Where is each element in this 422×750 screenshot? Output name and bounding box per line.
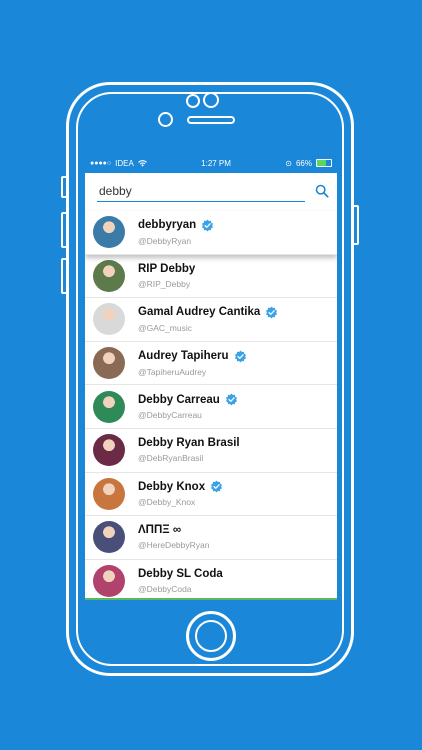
result-name: Debby Carreau <box>138 393 220 406</box>
name-line: ΛΠΠΞ ∞ <box>138 524 209 536</box>
result-info: Debby SL Coda @DebbyCoda <box>138 568 223 594</box>
result-name: Debby SL Coda <box>138 568 223 581</box>
name-line: RIP Debby <box>138 263 195 275</box>
result-row[interactable]: Debby Knox @Debby_Knox <box>85 473 337 517</box>
result-handle: @DebRyanBrasil <box>138 453 204 464</box>
carrier-label: IDEA <box>115 158 134 168</box>
verified-badge-icon <box>202 219 214 232</box>
lock-rotation-icon: ⊙ <box>285 158 292 168</box>
name-line: Debby Ryan Brasil <box>138 437 240 449</box>
avatar[interactable] <box>93 477 125 510</box>
search-icon[interactable] <box>315 184 329 198</box>
home-button[interactable] <box>186 611 236 661</box>
result-info: ΛΠΠΞ ∞ @HereDebbyRyan <box>138 524 209 550</box>
result-name: Audrey Tapiheru <box>138 350 229 363</box>
side-button <box>61 212 68 248</box>
avatar[interactable] <box>93 521 125 554</box>
name-line: Gamal Audrey Cantika <box>138 306 278 319</box>
name-line: Debby SL Coda <box>138 568 223 580</box>
avatar[interactable] <box>93 216 125 249</box>
side-button <box>61 176 68 198</box>
result-row[interactable]: Debby SL Coda @DebbyCoda <box>85 560 337 600</box>
battery-icon <box>315 159 332 167</box>
result-handle: @DebbyCarreau <box>138 410 202 421</box>
avatar[interactable] <box>93 259 125 292</box>
side-button <box>352 205 359 245</box>
scroll-indicator <box>85 598 337 600</box>
result-row[interactable]: Debby Carreau @DebbyCarreau <box>85 385 337 429</box>
verified-badge-icon <box>211 480 223 493</box>
name-line: Debby Knox <box>138 480 223 493</box>
result-row[interactable]: Audrey Tapiheru @TapiheruAudrey <box>85 342 337 386</box>
result-name: Gamal Audrey Cantika <box>138 306 261 319</box>
result-name: ΛΠΠΞ ∞ <box>138 524 182 537</box>
result-info: RIP Debby @RIP_Debby <box>138 263 195 289</box>
result-name: Debby Ryan Brasil <box>138 437 240 450</box>
result-row[interactable]: RIP Debby @RIP_Debby <box>85 255 337 299</box>
verified-badge-icon <box>266 306 278 319</box>
name-line: debbyryan <box>138 219 214 232</box>
battery-percent: 66% <box>295 158 312 168</box>
result-row[interactable]: Gamal Audrey Cantika @GAC_music <box>85 298 337 342</box>
avatar[interactable] <box>93 347 125 380</box>
verified-badge-icon <box>234 350 246 363</box>
phone-screen: ●●●●○ IDEA 1:27 PM ⊙ 66% debbyryan @Debby… <box>85 153 337 600</box>
wifi-icon <box>137 159 147 167</box>
result-info: Debby Ryan Brasil @DebRyanBrasil <box>138 437 240 463</box>
result-info: debbyryan @DebbyRyan <box>138 219 214 246</box>
avatar[interactable] <box>93 390 125 423</box>
result-name: RIP Debby <box>138 262 196 275</box>
result-info: Debby Knox @Debby_Knox <box>138 480 223 507</box>
signal-icon: ●●●●○ <box>90 159 112 167</box>
name-line: Debby Carreau <box>138 393 238 406</box>
avatar[interactable] <box>93 565 125 598</box>
result-handle: @DebbyRyan <box>138 235 192 246</box>
search-bar <box>85 173 337 211</box>
result-handle: @DebbyCoda <box>138 584 192 595</box>
verified-badge-icon <box>225 393 237 406</box>
status-bar: ●●●●○ IDEA 1:27 PM ⊙ 66% <box>85 153 337 173</box>
avatar[interactable] <box>93 303 125 336</box>
status-time: 1:27 PM <box>201 158 231 168</box>
search-input[interactable] <box>97 181 305 202</box>
result-info: Audrey Tapiheru @TapiheruAudrey <box>138 350 247 377</box>
side-button <box>61 258 68 294</box>
camera-icon <box>158 112 173 127</box>
result-info: Gamal Audrey Cantika @GAC_music <box>138 306 278 333</box>
result-handle: @HereDebbyRyan <box>138 540 210 551</box>
result-row[interactable]: debbyryan @DebbyRyan <box>85 211 337 255</box>
result-handle: @Debby_Knox <box>138 497 196 508</box>
result-info: Debby Carreau @DebbyCarreau <box>138 393 238 420</box>
speaker-icon <box>187 116 235 124</box>
result-row[interactable]: Debby Ryan Brasil @DebRyanBrasil <box>85 429 337 473</box>
result-row[interactable]: ΛΠΠΞ ∞ @HereDebbyRyan <box>85 516 337 560</box>
camera-icon <box>186 94 200 108</box>
result-name: debbyryan <box>138 219 197 232</box>
name-line: Audrey Tapiheru <box>138 350 247 363</box>
camera-icon <box>203 92 219 108</box>
result-handle: @RIP_Debby <box>138 278 191 289</box>
result-handle: @TapiheruAudrey <box>138 366 207 377</box>
search-results-list: debbyryan @DebbyRyan RIP Debby @RIP_Debby Ga… <box>85 211 337 600</box>
avatar[interactable] <box>93 434 125 467</box>
result-handle: @GAC_music <box>138 322 192 333</box>
result-name: Debby Knox <box>138 480 206 493</box>
